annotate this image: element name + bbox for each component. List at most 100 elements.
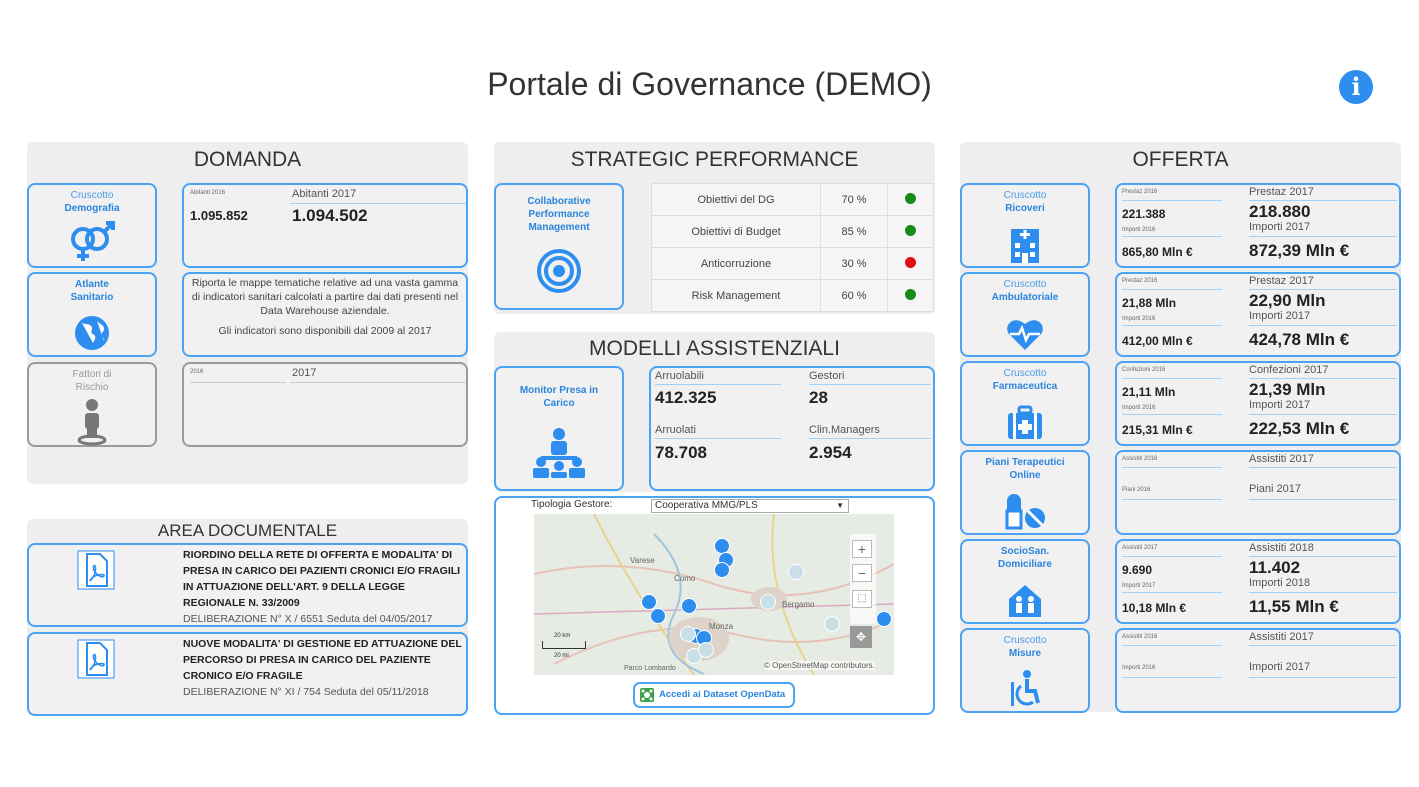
map-city: Monza [709,622,734,631]
curr-value-1: 11.402 [1249,558,1301,577]
offerta-tile-ricoveri[interactable]: Cruscotto Ricoveri [960,183,1090,268]
offerta-tile-label2: Ambulatoriale [991,292,1059,303]
atlante-availability: Gli indicatori sono disponibili dal 2009… [218,325,432,337]
demografia-label1: Cruscotto [70,190,114,201]
offerta-data-card: Assistiti 2016 Assistiti 2017 Importi 20… [1115,628,1401,713]
perf-value: 70 % [820,183,888,216]
prev-value-1: 21,88 Mln [1122,296,1177,310]
map-view[interactable]: Como Bergamo Monza Varese Parco Lombardo… [534,514,894,675]
map-marker-icon[interactable] [760,594,776,610]
perf-name: Risk Management [651,279,821,312]
status-dot-icon [905,288,916,300]
domanda-title: DOMANDA [193,148,302,171]
map-marker-icon[interactable] [788,564,804,580]
offerta-tile-domiciliare[interactable]: SocioSan. Domiciliare [960,539,1090,624]
offerta-tile-label1: Cruscotto [1003,368,1047,379]
document-title: RIORDINO DELLA RETE DI OFFERTA E MODALIT… [183,549,461,609]
cpm-label: Collaborative Performance Management [527,196,591,233]
target-icon [537,249,581,293]
prev-value-1: 21,11 Mln [1122,385,1176,399]
cpm-tile[interactable]: Collaborative Performance Management [494,183,624,310]
map-attribution: © OpenStreetMap contributors. [764,661,875,670]
dataset-icon [640,688,654,702]
atlante-desc-card: Riporta le mappe tematiche relative ad u… [182,272,468,357]
page-title: Portale di Governance (DEMO) [487,66,932,102]
map-marker-icon[interactable] [698,642,714,658]
document-card[interactable]: NUOVE MODALITA' DI GESTIONE ED ATTUAZION… [27,632,468,716]
prev-label-1: Assistiti 2016 [1122,634,1158,640]
prev-label-2: Importi 2016 [1122,227,1156,233]
zoom-box-icon[interactable]: ⬚ [852,590,872,608]
map-marker-icon[interactable] [650,608,666,624]
curr-value-2: 222,53 Mln € [1249,419,1350,438]
globe-icon [75,316,109,350]
gestori-label: Gestori [809,370,845,382]
home-care-icon [1009,585,1041,617]
map-city: Parco Lombardo [624,665,676,672]
zoom-out-button[interactable]: − [852,564,872,582]
table-row[interactable]: Obiettivi del DG 70 % [651,183,934,216]
prev-value-1: 221.388 [1122,207,1166,221]
pills-icon [1005,494,1045,530]
table-row[interactable]: Anticorruzione 30 % [651,247,934,280]
offerta-tile-label2: Farmaceutica [992,381,1058,392]
offerta-tile-label1: Cruscotto [1003,279,1047,290]
status-dot-icon [905,256,916,268]
arruolati-label: Arruolati [655,424,696,436]
curr-label-2: Importi 2017 [1249,399,1311,411]
curr-label-2: Piani 2017 [1249,483,1301,495]
prev-label-1: Assistiti 2016 [1122,456,1158,462]
info-icon[interactable]: i [1339,70,1373,104]
monitor-presa-tile[interactable]: Monitor Presa in Carico [494,366,624,491]
table-row[interactable]: Risk Management 60 % [651,279,934,312]
map-marker-icon[interactable] [681,598,697,614]
arruolabili-label: Arruolabili [655,370,704,382]
atlante-tile[interactable]: Atlante Sanitario [27,272,157,357]
perf-name: Anticorruzione [651,247,821,280]
offerta-data-card: Prestaz 2016 Prestaz 2017 21,88 Mln 22,9… [1115,272,1401,357]
offerta-tile-label2: Ricoveri [1005,203,1045,214]
prev-label-1: Confezioni 2016 [1122,367,1166,373]
map-scale [542,641,586,649]
offerta-tile-farmaceutica[interactable]: Cruscotto Farmaceutica [960,361,1090,446]
document-card[interactable]: RIORDINO DELLA RETE DI OFFERTA E MODALIT… [27,543,468,627]
demografia-tile[interactable]: Cruscotto Demografia [27,183,157,268]
opendata-button[interactable]: Accedi ai Dataset OpenData [633,682,795,708]
arruolati-value: 78.708 [655,443,707,462]
monitor-label: Monitor Presa in Carico [519,385,599,409]
map-marker-icon[interactable] [824,616,840,632]
heartbeat-icon [1007,320,1043,350]
gestori-value: 28 [809,388,828,407]
strategic-title: STRATEGIC PERFORMANCE [570,148,859,171]
offerta-tile-online[interactable]: Piani Terapeutici Online [960,450,1090,535]
tipologia-select[interactable]: Cooperativa MMG/PLS ▼ [651,499,849,513]
map-city: Varese [630,556,655,565]
prev-value-2: 865,80 Mln € [1122,245,1193,259]
pdf-icon [77,639,115,679]
table-row[interactable]: Obiettivi di Budget 85 % [651,215,934,248]
prev-value-2: 10,18 Mln € [1122,601,1187,615]
chevron-down-icon: ▼ [836,501,844,510]
modelli-data-card: Arruolabili 412.325 Gestori 28 Arruolati… [649,366,935,491]
medkit-icon [1008,405,1042,439]
documentale-title: AREA DOCUMENTALE [157,521,338,540]
map-marker-icon[interactable] [876,611,892,627]
rischio-tile[interactable]: Fattori di Rischio [27,362,157,447]
map-marker-icon[interactable] [714,562,730,578]
offerta-tile-label1: Cruscotto [1003,190,1047,201]
arruolabili-value: 412.325 [655,388,717,407]
offerta-data-card: Assistiti 2016 Assistiti 2017 Piani 2016… [1115,450,1401,535]
map-marker-icon[interactable] [680,626,696,642]
modelli-title: MODELLI ASSISTENZIALI [589,337,840,360]
offerta-data-card: Prestaz 2016 Prestaz 2017 221.388 218.88… [1115,183,1401,268]
prev-label-2: Importi 2017 [1122,583,1156,589]
zoom-in-button[interactable]: + [852,540,872,558]
document-deliberazione: DELIBERAZIONE N° XI / 754 Seduta del 05/… [183,686,429,698]
scale-mi: 20 mi [554,653,569,659]
abitanti-2017-label: Abitanti 2017 [292,188,357,200]
offerta-tile-misure[interactable]: Cruscotto Misure [960,628,1090,713]
offerta-tile-ambulatoriale[interactable]: Cruscotto Ambulatoriale [960,272,1090,357]
demografia-data-card: Abitanti 2016 Abitanti 2017 1.095.852 1.… [182,183,468,268]
offerta-tile-label2: Misure [1008,648,1042,659]
pan-icon[interactable]: ✥ [850,626,872,648]
